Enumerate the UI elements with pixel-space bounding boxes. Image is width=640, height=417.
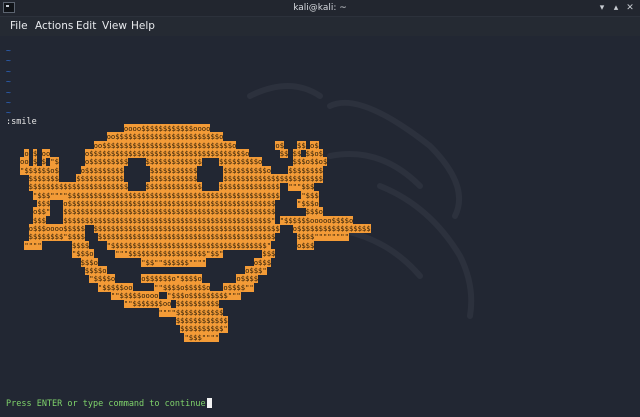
vim-tilde-lines: ~ ~ ~ ~ ~ ~ ~ <box>6 46 11 118</box>
minimize-icon[interactable]: ▾ <box>597 3 607 13</box>
text-cursor <box>206 398 212 408</box>
close-icon[interactable]: ✕ <box>625 3 635 13</box>
menu-edit[interactable]: Edit <box>76 20 96 32</box>
window-title: kali@kali: ~ <box>293 3 347 13</box>
menu-help[interactable]: Help <box>131 20 155 32</box>
vim-status-line[interactable]: Press ENTER or type command to continue <box>6 398 212 409</box>
menu-view[interactable]: View <box>102 20 127 32</box>
menu-bar: File Actions Edit View Help <box>0 17 640 36</box>
terminal-area[interactable]: ~ ~ ~ ~ ~ ~ ~ :smile oooo$$$$$$$$$$$$ooo… <box>0 36 640 417</box>
menu-file[interactable]: File <box>10 20 28 32</box>
menu-actions[interactable]: Actions <box>35 20 73 32</box>
ascii-smiley-art: oooo$$$$$$$$$$$$oooo oo$$$$$$$$$$$$$$$$$… <box>20 124 371 342</box>
art-line: "$$$"""" <box>184 332 220 342</box>
title-bar: kali@kali: ~ ▾ ▴ ✕ <box>0 0 640 17</box>
status-text: Press ENTER or type command to continue <box>6 399 206 409</box>
maximize-icon[interactable]: ▴ <box>611 3 621 13</box>
